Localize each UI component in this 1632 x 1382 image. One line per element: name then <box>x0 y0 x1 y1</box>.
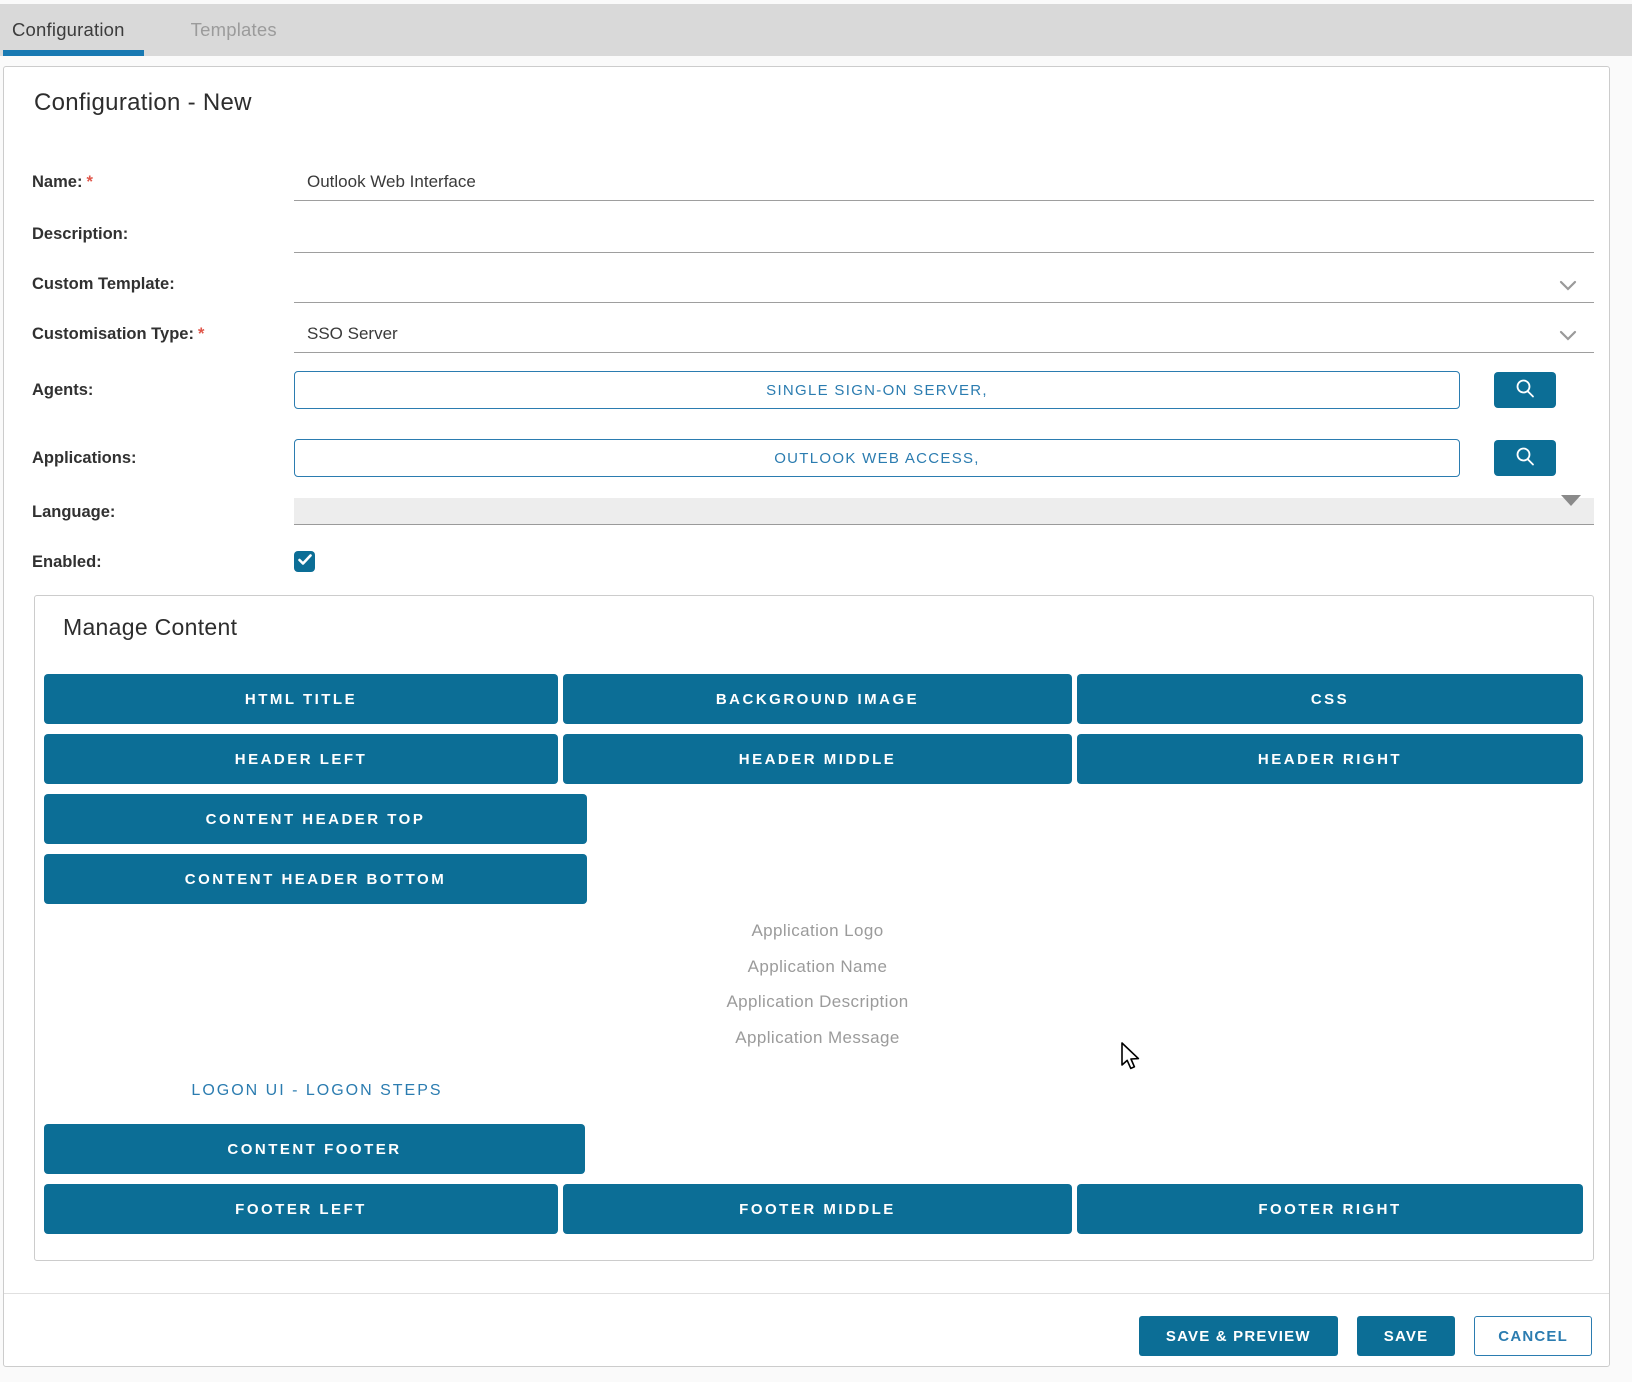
application-logo-placeholder: Application Logo <box>563 916 1072 946</box>
language-label: Language: <box>32 498 287 526</box>
search-icon <box>1513 377 1537 404</box>
css-button[interactable]: CSS <box>1077 674 1583 724</box>
footer-middle-button[interactable]: FOOTER MIDDLE <box>563 1184 1072 1234</box>
description-label: Description: <box>32 215 287 253</box>
agents-label: Agents: <box>32 369 287 411</box>
tab-templates-label: Templates <box>191 19 277 41</box>
application-name-placeholder: Application Name <box>563 952 1072 982</box>
manage-content-title: Manage Content <box>63 614 237 641</box>
name-label: Name:* <box>32 163 287 201</box>
checkmark-icon <box>298 553 312 571</box>
html-title-button[interactable]: HTML TITLE <box>44 674 558 724</box>
header-right-button[interactable]: HEADER RIGHT <box>1077 734 1583 784</box>
configuration-panel: Configuration - New Name:* Outlook Web I… <box>3 66 1610 1367</box>
application-message-placeholder: Application Message <box>563 1023 1072 1053</box>
tab-templates[interactable]: Templates <box>179 4 299 56</box>
chevron-down-icon[interactable] <box>1559 329 1577 341</box>
applications-field[interactable]: OUTLOOK WEB ACCESS, <box>294 439 1460 477</box>
save-and-preview-button[interactable]: SAVE & PREVIEW <box>1139 1316 1338 1356</box>
content-footer-button[interactable]: CONTENT FOOTER <box>44 1124 585 1174</box>
enabled-label: Enabled: <box>32 551 287 573</box>
background-image-button[interactable]: BACKGROUND IMAGE <box>563 674 1072 724</box>
description-field[interactable] <box>294 215 1594 253</box>
agents-search-button[interactable] <box>1494 372 1556 408</box>
save-button[interactable]: SAVE <box>1357 1316 1456 1356</box>
chevron-down-icon[interactable] <box>1559 279 1577 291</box>
tab-configuration[interactable]: Configuration <box>0 4 147 56</box>
cancel-button[interactable]: CANCEL <box>1474 1316 1592 1356</box>
footer-divider <box>4 1293 1609 1294</box>
search-icon <box>1513 445 1537 472</box>
custom-template-select[interactable] <box>294 265 1594 303</box>
content-header-top-button[interactable]: CONTENT HEADER TOP <box>44 794 587 844</box>
applications-search-button[interactable] <box>1494 440 1556 476</box>
customisation-type-label: Customisation Type:* <box>32 315 287 353</box>
manage-content-section: Manage Content HTML TITLE BACKGROUND IMA… <box>34 595 1594 1261</box>
enabled-checkbox[interactable] <box>294 551 315 572</box>
required-marker: * <box>198 325 204 343</box>
tab-bar: Configuration Templates <box>0 4 1632 56</box>
custom-template-label: Custom Template: <box>32 265 287 303</box>
customisation-type-select[interactable]: SSO Server <box>294 315 1594 353</box>
header-left-button[interactable]: HEADER LEFT <box>44 734 558 784</box>
application-description-placeholder: Application Description <box>563 987 1072 1017</box>
page-title: Configuration - New <box>34 89 252 117</box>
applications-label: Applications: <box>32 437 287 479</box>
required-marker: * <box>86 173 92 191</box>
content-header-bottom-button[interactable]: CONTENT HEADER BOTTOM <box>44 854 587 904</box>
agents-field[interactable]: SINGLE SIGN-ON SERVER, <box>294 371 1460 409</box>
caret-down-icon <box>1561 495 1581 506</box>
logon-ui-logon-steps-link[interactable]: LOGON UI - LOGON STEPS <box>60 1076 574 1106</box>
header-middle-button[interactable]: HEADER MIDDLE <box>563 734 1072 784</box>
tab-configuration-label: Configuration <box>12 19 125 41</box>
footer-left-button[interactable]: FOOTER LEFT <box>44 1184 558 1234</box>
language-select <box>294 498 1594 525</box>
action-bar: SAVE & PREVIEW SAVE CANCEL <box>1139 1316 1592 1356</box>
footer-right-button[interactable]: FOOTER RIGHT <box>1077 1184 1583 1234</box>
name-field[interactable]: Outlook Web Interface <box>294 163 1594 201</box>
